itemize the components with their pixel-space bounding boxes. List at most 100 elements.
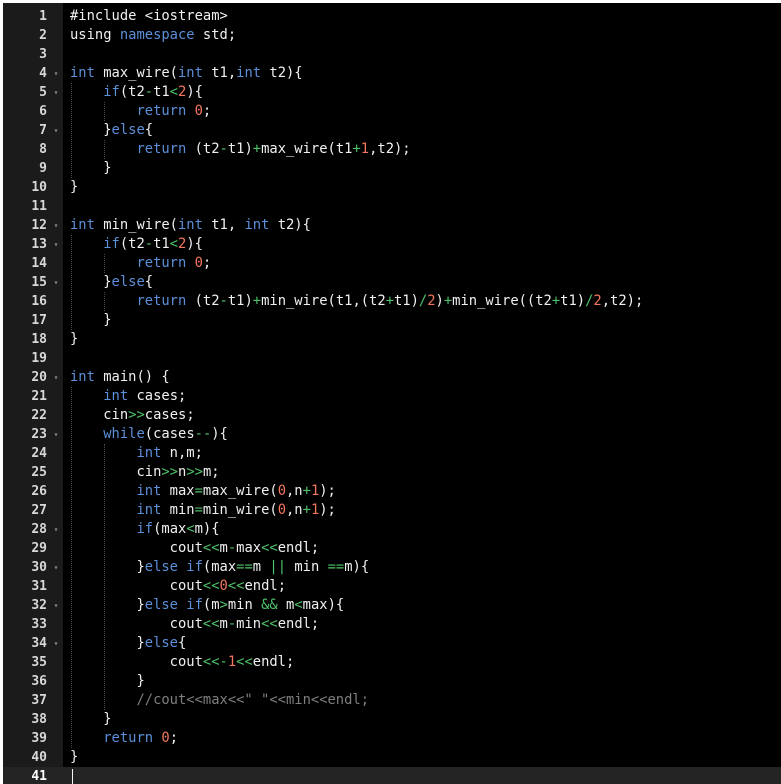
code-line[interactable]: 32 ▾ }else if(m>min && m<max){ bbox=[3, 596, 781, 615]
code-line[interactable]: 6 return 0; bbox=[3, 102, 781, 121]
indent-guide bbox=[104, 444, 106, 710]
code-token: (t2 bbox=[119, 236, 145, 252]
code-token: min_wire(t1,(t2 bbox=[261, 293, 386, 309]
code-line[interactable]: 17 } bbox=[3, 311, 781, 330]
code-token: 0 bbox=[219, 578, 228, 594]
code-line[interactable]: 26 int max=max_wire(0,n+1); bbox=[3, 482, 781, 501]
code-line[interactable]: 7 ▾ }else{ bbox=[3, 121, 781, 140]
code-line[interactable]: 31 cout<<0<<endl; bbox=[3, 577, 781, 596]
line-number: 10 bbox=[31, 180, 47, 195]
fold-toggle-icon[interactable]: ▾ bbox=[51, 558, 61, 577]
code-line[interactable]: 34 ▾ }else{ bbox=[3, 634, 781, 653]
code-token: if bbox=[103, 236, 120, 252]
fold-toggle-icon[interactable]: ▾ bbox=[51, 235, 61, 254]
code-line[interactable]: 10} bbox=[3, 178, 781, 197]
code-token: cin bbox=[70, 464, 162, 480]
code-token: return bbox=[136, 103, 187, 119]
code-token: } bbox=[70, 179, 79, 195]
code-text: return 0; bbox=[70, 102, 211, 121]
fold-toggle-icon[interactable]: ▾ bbox=[51, 368, 61, 387]
code-text: } bbox=[70, 330, 78, 349]
code-token: int bbox=[244, 217, 270, 233]
code-line[interactable]: 16 return (t2-t1)+min_wire(t1,(t2+t1)/2)… bbox=[3, 292, 781, 311]
code-line[interactable]: 37 //cout<<max<<" "<<min<<endl; bbox=[3, 691, 781, 710]
code-line[interactable]: 14 return 0; bbox=[3, 254, 781, 273]
code-token: + bbox=[252, 293, 262, 309]
code-token: -- bbox=[194, 426, 212, 442]
code-token: min_wire( bbox=[94, 217, 178, 233]
code-line[interactable]: 23 ▾ while(cases--){ bbox=[3, 425, 781, 444]
code-line[interactable]: 25 cin>>n>>m; bbox=[3, 463, 781, 482]
code-line[interactable]: 13 ▾ if(t2-t1<2){ bbox=[3, 235, 781, 254]
code-line[interactable]: 38 } bbox=[3, 710, 781, 729]
code-token: < bbox=[186, 521, 195, 537]
code-token: t1) bbox=[560, 293, 586, 309]
code-token: 1 bbox=[227, 654, 237, 670]
code-text: cin>>cases; bbox=[70, 406, 194, 425]
code-token: (t2 bbox=[186, 293, 220, 309]
code-line[interactable]: 33 cout<<m-min<<endl; bbox=[3, 615, 781, 634]
code-line[interactable]: 22 cin>>cases; bbox=[3, 406, 781, 425]
code-text: }else{ bbox=[70, 634, 186, 653]
code-line[interactable]: 21 int cases; bbox=[3, 387, 781, 406]
fold-toggle-icon[interactable]: ▾ bbox=[51, 216, 61, 235]
code-line[interactable]: 30 ▾ }else if(max==m || min ==m){ bbox=[3, 558, 781, 577]
code-line[interactable]: 4 ▾ int max_wire(int t1,int t2){ bbox=[3, 64, 781, 83]
code-token: << bbox=[227, 578, 245, 594]
code-line[interactable]: 2 using namespace std; bbox=[3, 26, 781, 45]
code-line[interactable]: 11 bbox=[3, 197, 781, 216]
code-token: ){ bbox=[211, 426, 228, 442]
code-line[interactable]: 19 bbox=[3, 349, 781, 368]
code-token: - bbox=[227, 540, 237, 556]
code-line[interactable]: 24 int n,m; bbox=[3, 444, 781, 463]
fold-toggle-icon[interactable]: ▾ bbox=[51, 64, 61, 83]
fold-toggle-icon[interactable]: ▾ bbox=[51, 520, 61, 539]
code-line[interactable]: 36 } bbox=[3, 672, 781, 691]
code-text: if(max<m){ bbox=[70, 520, 220, 539]
fold-toggle-icon[interactable]: ▾ bbox=[51, 596, 61, 615]
code-line[interactable]: 3 bbox=[3, 45, 781, 64]
code-token: 1 bbox=[310, 483, 320, 499]
code-line[interactable]: 35 cout<<-1<<endl; bbox=[3, 653, 781, 672]
code-token: + bbox=[352, 141, 361, 157]
code-token: == bbox=[236, 559, 253, 575]
code-line[interactable]: 27 int min=min_wire(0,n+1); bbox=[3, 501, 781, 520]
fold-toggle-icon[interactable]: ▾ bbox=[51, 121, 61, 140]
line-number: 29 bbox=[31, 541, 47, 556]
code-text: } bbox=[70, 178, 78, 197]
code-line[interactable]: 9 } bbox=[3, 159, 781, 178]
code-line[interactable]: 12 ▾ int min_wire(int t1, int t2){ bbox=[3, 216, 781, 235]
fold-toggle-icon[interactable]: ▾ bbox=[51, 634, 61, 653]
code-token: + bbox=[302, 502, 311, 518]
code-line[interactable]: 29 cout<<m-max<<endl; bbox=[3, 539, 781, 558]
code-line[interactable]: 5 ▾ if(t2-t1<2){ bbox=[3, 83, 781, 102]
code-token: m){ bbox=[194, 521, 220, 537]
code-line[interactable]: 39 return 0; bbox=[3, 729, 781, 748]
code-line[interactable]: 40} bbox=[3, 748, 781, 767]
code-token: while bbox=[103, 426, 145, 442]
code-token: cin bbox=[70, 407, 129, 423]
code-line[interactable]: 18} bbox=[3, 330, 781, 349]
code-token: 2 bbox=[593, 293, 602, 309]
code-text: int max_wire(int t1,int t2){ bbox=[70, 64, 303, 83]
code-line[interactable]: 8 return (t2-t1)+max_wire(t1+1,t2); bbox=[3, 140, 781, 159]
code-line[interactable]: 15 ▾ }else{ bbox=[3, 273, 781, 292]
code-token: 0 bbox=[194, 255, 203, 271]
line-number: 25 bbox=[31, 465, 47, 480]
code-token: - bbox=[219, 293, 228, 309]
text-cursor bbox=[72, 769, 73, 784]
fold-toggle-icon[interactable]: ▾ bbox=[51, 83, 61, 102]
code-line[interactable]: 28 ▾ if(max<m){ bbox=[3, 520, 781, 539]
fold-toggle-icon[interactable]: ▾ bbox=[51, 425, 61, 444]
code-token: (t2 bbox=[119, 84, 145, 100]
code-token: cout bbox=[70, 616, 203, 632]
line-number: 18 bbox=[31, 332, 47, 347]
code-text: }else{ bbox=[70, 121, 153, 140]
fold-toggle-icon[interactable]: ▾ bbox=[51, 273, 61, 292]
code-editor[interactable]: 1 #include <iostream> 2 using namespace std… bbox=[3, 3, 781, 784]
code-line[interactable]: 1 #include <iostream> bbox=[3, 7, 781, 26]
code-line[interactable]: 41 bbox=[3, 767, 781, 784]
code-line[interactable]: 20 ▾ int main() { bbox=[3, 368, 781, 387]
